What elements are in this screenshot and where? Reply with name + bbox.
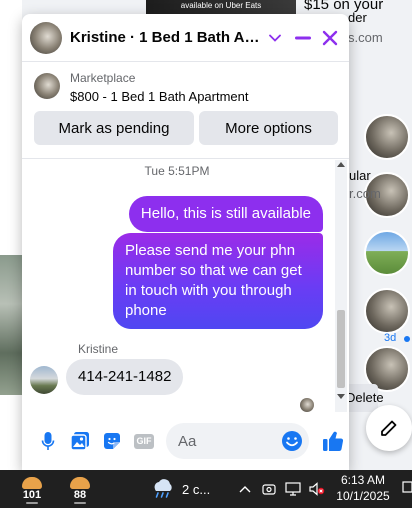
notification-center-button[interactable]: [402, 480, 412, 498]
network-icon: [285, 482, 301, 496]
more-options-button[interactable]: More options: [199, 111, 338, 145]
gif-icon: GIF: [134, 433, 154, 449]
message-thread: Tue 5:51PM Hello, this is still availabl…: [22, 160, 349, 412]
scroll-down-arrow[interactable]: [337, 394, 345, 399]
show-hidden-icons-button[interactable]: [236, 480, 254, 498]
app-2-indicator: [74, 502, 86, 504]
weather-widget[interactable]: 2 c...: [150, 478, 210, 500]
camera-tray-button[interactable]: [260, 480, 278, 498]
sender-name: Kristine: [78, 342, 119, 356]
compose-icon: [381, 420, 397, 436]
background-delete-label: Delete: [346, 390, 384, 405]
chat-title[interactable]: Kristine · 1 Bed 1 Bath Apartment: [70, 29, 261, 46]
voice-clip-button[interactable]: [32, 425, 64, 457]
app-1-indicator: [26, 502, 38, 504]
seen-receipt-avatar: [300, 398, 314, 412]
clock-date: 10/1/2025: [336, 489, 390, 503]
mark-as-pending-button[interactable]: Mark as pending: [34, 111, 194, 145]
listing-category: Marketplace: [70, 71, 136, 85]
background-fragment: ular: [349, 168, 371, 183]
outgoing-message[interactable]: Hello, this is still available: [128, 196, 323, 232]
chat-options-chevron[interactable]: [269, 31, 283, 45]
sender-avatar[interactable]: [30, 366, 58, 394]
notification-icon: [402, 481, 412, 493]
speaker-muted-icon: [309, 482, 325, 496]
new-message-button[interactable]: [366, 405, 412, 451]
minimize-button[interactable]: [292, 27, 313, 49]
minimize-icon: [294, 36, 311, 39]
app-1-badge: 101: [22, 489, 42, 501]
contact-avatar[interactable]: [30, 21, 62, 54]
marketplace-listing: Marketplace $800 - 1 Bed 1 Bath Apartmen…: [22, 63, 349, 159]
thread-scrollbar[interactable]: [335, 160, 347, 412]
network-tray-button[interactable]: [284, 480, 302, 498]
outgoing-message[interactable]: Please send me your phn number so that w…: [113, 233, 323, 329]
sticker-button[interactable]: [96, 425, 128, 457]
emoji-icon[interactable]: [281, 430, 303, 452]
background-fragment: 3d: [384, 332, 397, 344]
background-contact-avatar[interactable]: [364, 114, 410, 160]
windows-taskbar: 101 88 2 c... 6:13 AM 10/1/2025: [0, 470, 412, 508]
gif-button[interactable]: GIF: [128, 425, 160, 457]
sticker-icon: [104, 433, 120, 449]
listing-name[interactable]: $800 - 1 Bed 1 Bath Apartment: [70, 89, 249, 104]
background-photo: [0, 255, 22, 395]
chat-header: Kristine · 1 Bed 1 Bath Apartment: [22, 14, 349, 62]
background-contact-avatar[interactable]: [364, 288, 410, 334]
taskbar-app-2[interactable]: 88: [62, 474, 98, 504]
background-fragment: r.com: [349, 186, 381, 201]
thumbs-up-icon: [323, 431, 344, 452]
message-timestamp: Tue 5:51PM: [144, 164, 210, 178]
background-ad-image[interactable]: available on Uber Eats: [146, 0, 296, 14]
volume-tray-button[interactable]: [308, 480, 326, 498]
scroll-thumb[interactable]: [337, 310, 345, 388]
scroll-up-arrow[interactable]: [337, 162, 345, 167]
weather-text: 2 c...: [182, 481, 211, 497]
photo-icon: [70, 432, 89, 451]
attach-photo-button[interactable]: [64, 425, 96, 457]
app-2-badge: 88: [73, 489, 87, 501]
system-clock[interactable]: 6:13 AM 10/1/2025: [336, 472, 390, 504]
camera-icon: [262, 484, 276, 495]
weather-rain-icon: [154, 479, 172, 498]
send-like-button[interactable]: [317, 425, 349, 457]
unread-dot: [404, 336, 410, 342]
background-ad-domain: s.com: [348, 30, 383, 45]
close-icon: [323, 30, 338, 45]
microphone-icon: [41, 432, 55, 450]
close-button[interactable]: [320, 27, 341, 49]
listing-thumbnail[interactable]: [34, 73, 60, 99]
clock-time: 6:13 AM: [340, 473, 386, 487]
background-contact-avatar[interactable]: [364, 230, 410, 276]
ad-title-line2: der: [348, 10, 367, 25]
app-1-icon: [22, 477, 42, 489]
taskbar-app-1[interactable]: 101: [14, 474, 50, 504]
message-composer: GIF: [22, 412, 349, 470]
message-input-field[interactable]: [166, 423, 309, 459]
chevron-down-icon: [269, 34, 282, 42]
incoming-message[interactable]: 414-241-1482: [66, 359, 184, 395]
chat-window: Kristine · 1 Bed 1 Bath Apartment Market…: [22, 14, 349, 470]
chevron-up-icon: [239, 486, 251, 493]
app-2-icon: [70, 477, 90, 489]
background-left-panel: [0, 0, 22, 470]
message-input[interactable]: [178, 432, 286, 450]
